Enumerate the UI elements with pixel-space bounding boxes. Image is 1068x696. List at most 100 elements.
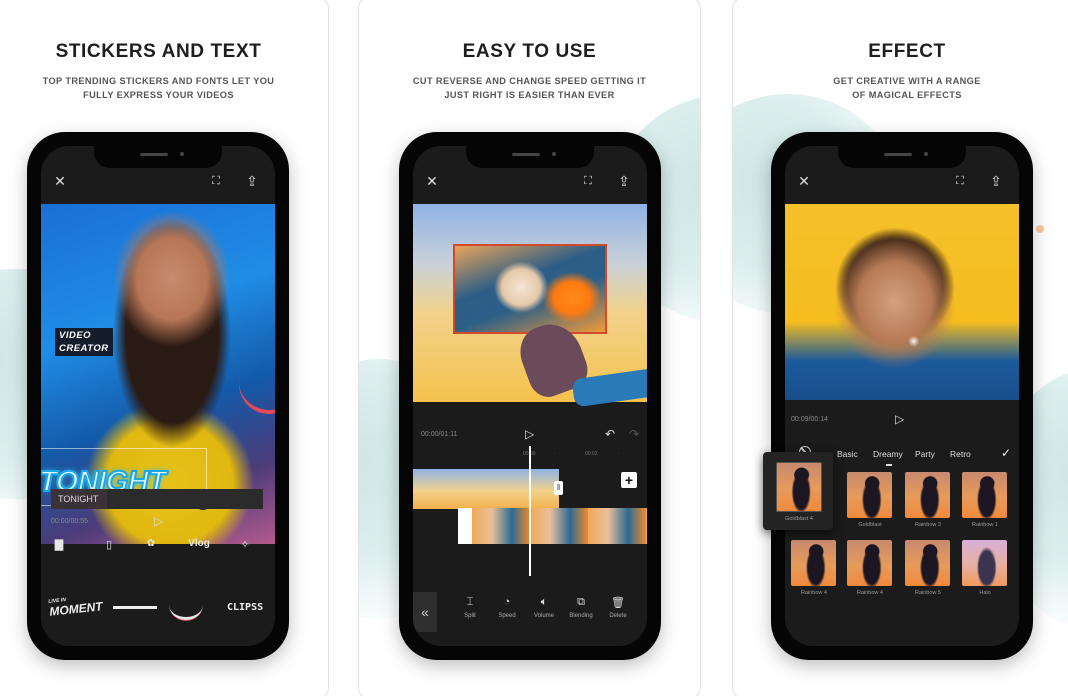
confirm-check-icon[interactable]: ✓: [1001, 446, 1011, 460]
effect-label: Rainbow 3: [915, 522, 941, 528]
speed-icon: ◔: [503, 596, 511, 608]
effect-thumbnail[interactable]: [905, 540, 950, 586]
split-icon: ⌶: [466, 596, 474, 608]
close-icon[interactable]: ✕: [423, 172, 441, 190]
sticker-text-line: CREATOR: [59, 343, 109, 354]
clip-thumbnails: [472, 508, 647, 544]
tab-basic[interactable]: Basic: [837, 449, 858, 459]
ruler-dot: ·: [618, 451, 620, 457]
vlog-category[interactable]: Vlog: [187, 538, 211, 549]
fullscreen-icon[interactable]: ⛶: [951, 172, 969, 190]
tool-label: Split: [464, 613, 476, 619]
phone-notch: [838, 146, 966, 168]
subline-line-1: GET CREATIVE WITH A RANGE: [833, 76, 981, 86]
timeline-playhead[interactable]: [529, 446, 531, 576]
sticker-video-creator[interactable]: VIDEO CREATOR: [55, 328, 113, 356]
editor-topbar: ✕ ⛶ ⇪: [413, 172, 647, 192]
sticker-text-line: VIDEO: [59, 330, 92, 341]
clip-trim-handle[interactable]: ‖: [554, 481, 563, 495]
delete-icon: 🗑︎: [611, 597, 625, 609]
phone-mockup: ✕ ⛶ ⇪ VIDEO CREATOR TONIGHT ⟳ ✕ TONIGHT …: [27, 132, 289, 660]
tool-split[interactable]: ⌶ Split: [453, 596, 487, 619]
play-icon[interactable]: ▷: [154, 514, 163, 528]
sticker-picker-row: LIVE IN MOMENT CLIPSS: [41, 594, 275, 624]
text-clip-label: TONIGHT: [51, 489, 107, 509]
selected-effect-popout[interactable]: Goldblast 4: [763, 452, 833, 530]
main-video-track-clip[interactable]: ‖: [413, 469, 563, 509]
redo-icon[interactable]: ↷: [629, 427, 639, 441]
undo-icon[interactable]: ↶: [605, 427, 615, 441]
effect-label: Rainbow 4: [857, 590, 883, 596]
smiley-sticker[interactable]: [234, 349, 275, 419]
effect-label: Rainbow 4: [801, 590, 827, 596]
text-template-icon[interactable]: ▇: [47, 538, 71, 551]
tool-blending[interactable]: ⧉ Blending: [564, 596, 598, 619]
phone-screen: ✕ ⛶ ⇪ 00:09/00:14 ▷ Basic Dreamy Party R…: [785, 146, 1019, 646]
tool-label: Speed: [498, 613, 516, 619]
sticker-category-row: ▇ ▯ ✿ Vlog ✧: [41, 538, 275, 560]
panel-subline: CUT REVERSE AND CHANGE SPEED GETTING IT …: [359, 74, 700, 102]
subline-line-2: JUST RIGHT IS EASIER THAN EVER: [444, 90, 615, 100]
tool-volume[interactable]: 🔈︎ Volume: [527, 596, 561, 619]
tool-speed[interactable]: ◔ Speed: [490, 596, 524, 619]
smiley-sticker-thumb[interactable]: [169, 590, 203, 620]
effect-thumbnail[interactable]: [847, 472, 892, 518]
sticker-emoji-icon[interactable]: ✿: [139, 538, 163, 549]
blending-icon: ⧉: [577, 596, 585, 608]
subline-line-2: FULLY EXPRESS YOUR VIDEOS: [83, 90, 234, 100]
fullscreen-icon[interactable]: ⛶: [207, 172, 225, 190]
screenshot-panel-effect: EFFECT GET CREATIVE WITH A RANGE OF MAGI…: [732, 0, 1068, 696]
pip-overlay-clip[interactable]: [453, 244, 607, 334]
text-track-clip[interactable]: TONIGHT: [51, 489, 263, 509]
panel-headline: EASY TO USE: [462, 41, 597, 62]
phone-screen: ✕ ⛶ ⇪ 00:00/01:11 ▷ ↶ ↷ 00:00 · 00:02 · …: [413, 146, 647, 646]
phone-screen: ✕ ⛶ ⇪ VIDEO CREATOR TONIGHT ⟳ ✕ TONIGHT …: [41, 146, 275, 646]
sparkle-stickers-icon[interactable]: ✧: [233, 538, 257, 551]
sticker-clipss[interactable]: CLIPSS: [227, 602, 263, 613]
phone-notch: [466, 146, 594, 168]
effect-thumbnail[interactable]: [962, 472, 1007, 518]
video-preview[interactable]: [413, 204, 647, 408]
phone-notch: [94, 146, 222, 168]
collapse-toolbar-button[interactable]: «: [413, 592, 437, 632]
editor-topbar: ✕ ⛶ ⇪: [41, 172, 275, 192]
ruler-tick-label: 00:02: [585, 451, 598, 457]
overlay-video-track-clip[interactable]: [458, 508, 647, 544]
subline-line-2: OF MAGICAL EFFECTS: [852, 90, 962, 100]
close-icon[interactable]: ✕: [51, 172, 69, 190]
add-clip-button[interactable]: +: [621, 472, 637, 488]
effect-label: Goldblast 4: [785, 516, 813, 522]
screenshot-panel-stickers-and-text: STICKERS AND TEXT TOP TRENDING STICKERS …: [0, 0, 329, 696]
panel-headline: EFFECT: [868, 41, 946, 62]
export-icon[interactable]: ⇪: [615, 172, 633, 190]
playback-time: 00:00/00:55: [51, 518, 88, 525]
export-icon[interactable]: ⇪: [987, 172, 1005, 190]
fullscreen-icon[interactable]: ⛶: [579, 172, 597, 190]
tab-dreamy[interactable]: Dreamy: [873, 449, 903, 459]
video-preview[interactable]: [785, 204, 1019, 400]
play-icon[interactable]: ▷: [525, 427, 534, 441]
panel-subline: GET CREATIVE WITH A RANGE OF MAGICAL EFF…: [733, 74, 1068, 102]
tab-party[interactable]: Party: [915, 449, 935, 459]
close-icon[interactable]: ✕: [795, 172, 813, 190]
panel-subline: TOP TRENDING STICKERS AND FONTS LET YOU …: [0, 74, 328, 102]
tool-delete[interactable]: 🗑︎ Delete: [601, 596, 635, 619]
export-icon[interactable]: ⇪: [243, 172, 261, 190]
effect-thumbnail[interactable]: [962, 540, 1007, 586]
effect-thumbnail[interactable]: [905, 472, 950, 518]
phone-mockup: ✕ ⛶ ⇪ 00:00/01:11 ▷ ↶ ↷ 00:00 · 00:02 · …: [399, 132, 661, 660]
ruler-dot: ·: [554, 451, 556, 457]
screenshot-panel-easy-to-use: EASY TO USE CUT REVERSE AND CHANGE SPEED…: [358, 0, 701, 696]
phone-mockup: ✕ ⛶ ⇪ 00:09/00:14 ▷ Basic Dreamy Party R…: [771, 132, 1033, 660]
effect-thumbnail-selected: [776, 462, 822, 512]
sticker-moment[interactable]: LIVE IN MOMENT: [48, 593, 103, 619]
active-tab-indicator: [886, 464, 892, 466]
sticker-bar[interactable]: [113, 606, 157, 609]
effect-thumbnail[interactable]: [847, 540, 892, 586]
effect-thumbnail[interactable]: [791, 540, 836, 586]
play-icon[interactable]: ▷: [895, 412, 904, 426]
effect-label: Goldblast: [858, 522, 882, 528]
phone-frame-icon[interactable]: ▯: [97, 538, 121, 551]
tab-retro[interactable]: Retro: [950, 449, 971, 459]
playback-time: 00:00/01:11: [421, 431, 458, 438]
